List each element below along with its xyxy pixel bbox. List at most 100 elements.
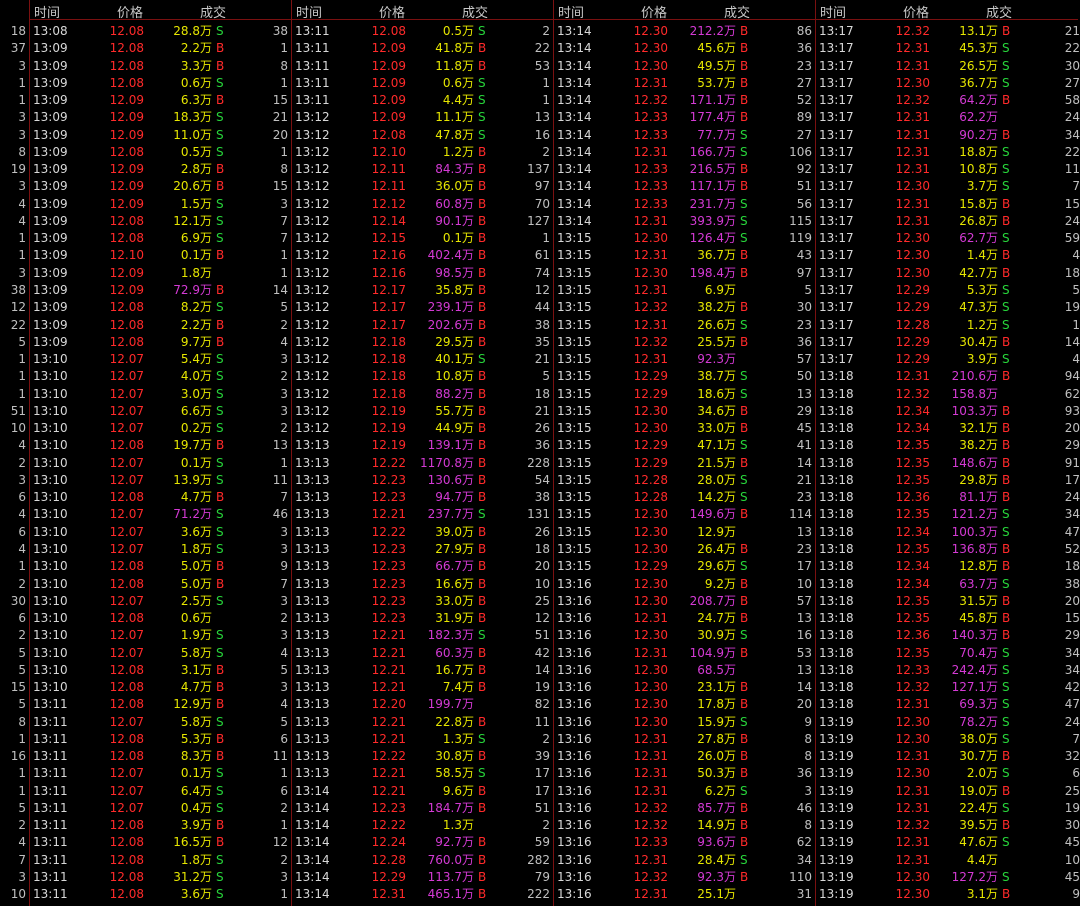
trade-count: 15 — [1064, 611, 1080, 626]
tick-price: 12.23 — [371, 611, 406, 626]
left-count-row: 1 — [0, 731, 28, 748]
tick-volume: 36.0万 — [435, 179, 474, 194]
tick-volume: 1.5万 — [180, 196, 212, 211]
tick-direction: B — [478, 317, 487, 332]
trade-count: 11 — [1064, 162, 1080, 177]
tick-price: 12.08 — [109, 144, 144, 159]
tick-time: 13:09 — [33, 248, 68, 263]
trade-count: 38 — [272, 24, 288, 38]
tick-time: 13:10 — [33, 628, 68, 643]
tick-time: 13:14 — [557, 213, 592, 228]
tick-row: 13:11 12.08 1.8万 S 2 — [30, 852, 292, 869]
tick-price: 12.07 — [109, 800, 144, 815]
tick-time: 13:09 — [33, 282, 68, 297]
trade-count: 5 — [1072, 282, 1080, 297]
left-count-row: 3 — [0, 265, 28, 282]
tick-direction: B — [740, 334, 749, 349]
left-count-row: 2 — [0, 576, 28, 593]
tick-price: 12.31 — [633, 766, 668, 781]
tick-row: 13:10 12.08 5.0万 B 7 — [30, 576, 292, 593]
tick-direction: B — [1002, 593, 1011, 608]
left-count-row: 5 — [0, 662, 28, 679]
tick-rows: 13:17 12.32 13.1万 B 21 13:17 12.31 45.3万 S 22 13:1… — [816, 23, 1080, 904]
tick-price: 12.07 — [109, 628, 144, 643]
trade-count: 3 — [280, 593, 288, 608]
trade-count: 4 — [280, 334, 288, 349]
tick-row: 13:10 12.07 6.6万 S 3 — [30, 403, 292, 420]
tick-time: 13:09 — [33, 317, 68, 332]
tick-volume: 212.2万 — [689, 24, 736, 38]
tick-time: 13:13 — [295, 611, 330, 626]
tick-time: 13:15 — [557, 438, 592, 453]
trade-count: 19 — [1064, 800, 1080, 815]
tick-volume: 50.3万 — [697, 766, 736, 781]
trade-count: 51 — [534, 800, 550, 815]
tick-direction: S — [1002, 352, 1010, 367]
tick-direction: S — [216, 110, 224, 125]
trade-count: 31 — [796, 887, 812, 902]
tick-volume: 130.6万 — [427, 472, 474, 487]
tick-row: 13:09 12.10 0.1万 B 1 — [30, 247, 292, 264]
tick-time: 13:13 — [295, 749, 330, 764]
header-volume: 成交 — [462, 6, 489, 21]
tick-board: 18 37 3 1 1 3 3 8 19 3 4 4 1 1 3 38 12 22 5 1 1 1 51 10 4 2 3 6 4 6 4 1… — [0, 0, 1080, 906]
tick-volume: 26.0万 — [697, 749, 736, 764]
tick-volume: 0.6万 — [180, 75, 212, 90]
trade-count: 22 — [534, 41, 550, 56]
tick-direction: B — [478, 213, 487, 228]
tick-row: 13:19 12.31 19.0万 B 25 — [816, 783, 1080, 800]
tick-volume: 139.1万 — [427, 438, 474, 453]
trade-count: 13 — [796, 524, 812, 539]
trade-count: 1 — [1072, 317, 1080, 332]
tick-volume: 60.8万 — [435, 196, 474, 211]
tick-row: 13:09 12.08 2.2万 B 1 — [30, 40, 292, 57]
tick-price: 12.30 — [895, 731, 930, 746]
tick-time: 13:18 — [819, 559, 854, 574]
trade-count: 3 — [280, 680, 288, 695]
tick-time: 13:10 — [33, 403, 68, 418]
tick-price: 12.31 — [633, 282, 668, 297]
tick-row: 13:15 12.28 14.2万 S 23 — [554, 489, 816, 506]
trade-count: 57 — [796, 352, 812, 367]
tick-price: 12.30 — [633, 231, 668, 246]
tick-time: 13:16 — [557, 645, 592, 660]
tick-price: 12.31 — [633, 317, 668, 332]
tick-direction: B — [1002, 749, 1011, 764]
tick-volume: 38.0万 — [959, 731, 998, 746]
left-count-row: 1 — [0, 558, 28, 575]
trade-count: 2 — [18, 576, 26, 591]
tick-price: 12.07 — [109, 421, 144, 436]
trade-count: 2 — [18, 455, 26, 470]
tick-direction: B — [216, 282, 225, 297]
tick-row: 13:15 12.31 36.7万 B 43 — [554, 247, 816, 264]
tick-time: 13:13 — [295, 507, 330, 522]
trade-count: 3 — [18, 110, 26, 125]
tick-time: 13:19 — [819, 870, 854, 885]
tick-row: 13:10 12.07 0.2万 S 2 — [30, 420, 292, 437]
tick-time: 13:19 — [819, 783, 854, 798]
tick-price: 12.09 — [109, 127, 144, 142]
tick-time: 13:10 — [33, 524, 68, 539]
tick-price: 12.23 — [371, 593, 406, 608]
trade-count: 1 — [18, 731, 26, 746]
tick-price: 12.32 — [633, 334, 668, 349]
left-count-row: 5 — [0, 334, 28, 351]
tick-volume: 760.0万 — [427, 852, 474, 867]
trade-count: 8 — [804, 749, 812, 764]
tick-row: 13:10 12.08 4.7万 B 3 — [30, 679, 292, 696]
trade-count: 32 — [1064, 749, 1080, 764]
tick-row: 13:16 12.33 93.6万 B 62 — [554, 834, 816, 851]
tick-volume: 127.1万 — [951, 680, 998, 695]
left-count-row: 5 — [0, 696, 28, 713]
tick-time: 13:12 — [295, 162, 330, 177]
tick-row: 13:09 12.08 3.3万 B 8 — [30, 58, 292, 75]
trade-count: 2 — [280, 800, 288, 815]
tick-row: 13:19 12.31 30.7万 B 32 — [816, 748, 1080, 765]
tick-direction: S — [478, 628, 486, 643]
tick-price: 12.30 — [895, 265, 930, 280]
tick-row: 13:19 12.30 2.0万 S 6 — [816, 765, 1080, 782]
tick-row: 13:11 12.09 4.4万 S 1 — [292, 92, 554, 109]
tick-price: 12.07 — [109, 645, 144, 660]
trade-count: 42 — [1064, 680, 1080, 695]
left-count-row: 4 — [0, 506, 28, 523]
